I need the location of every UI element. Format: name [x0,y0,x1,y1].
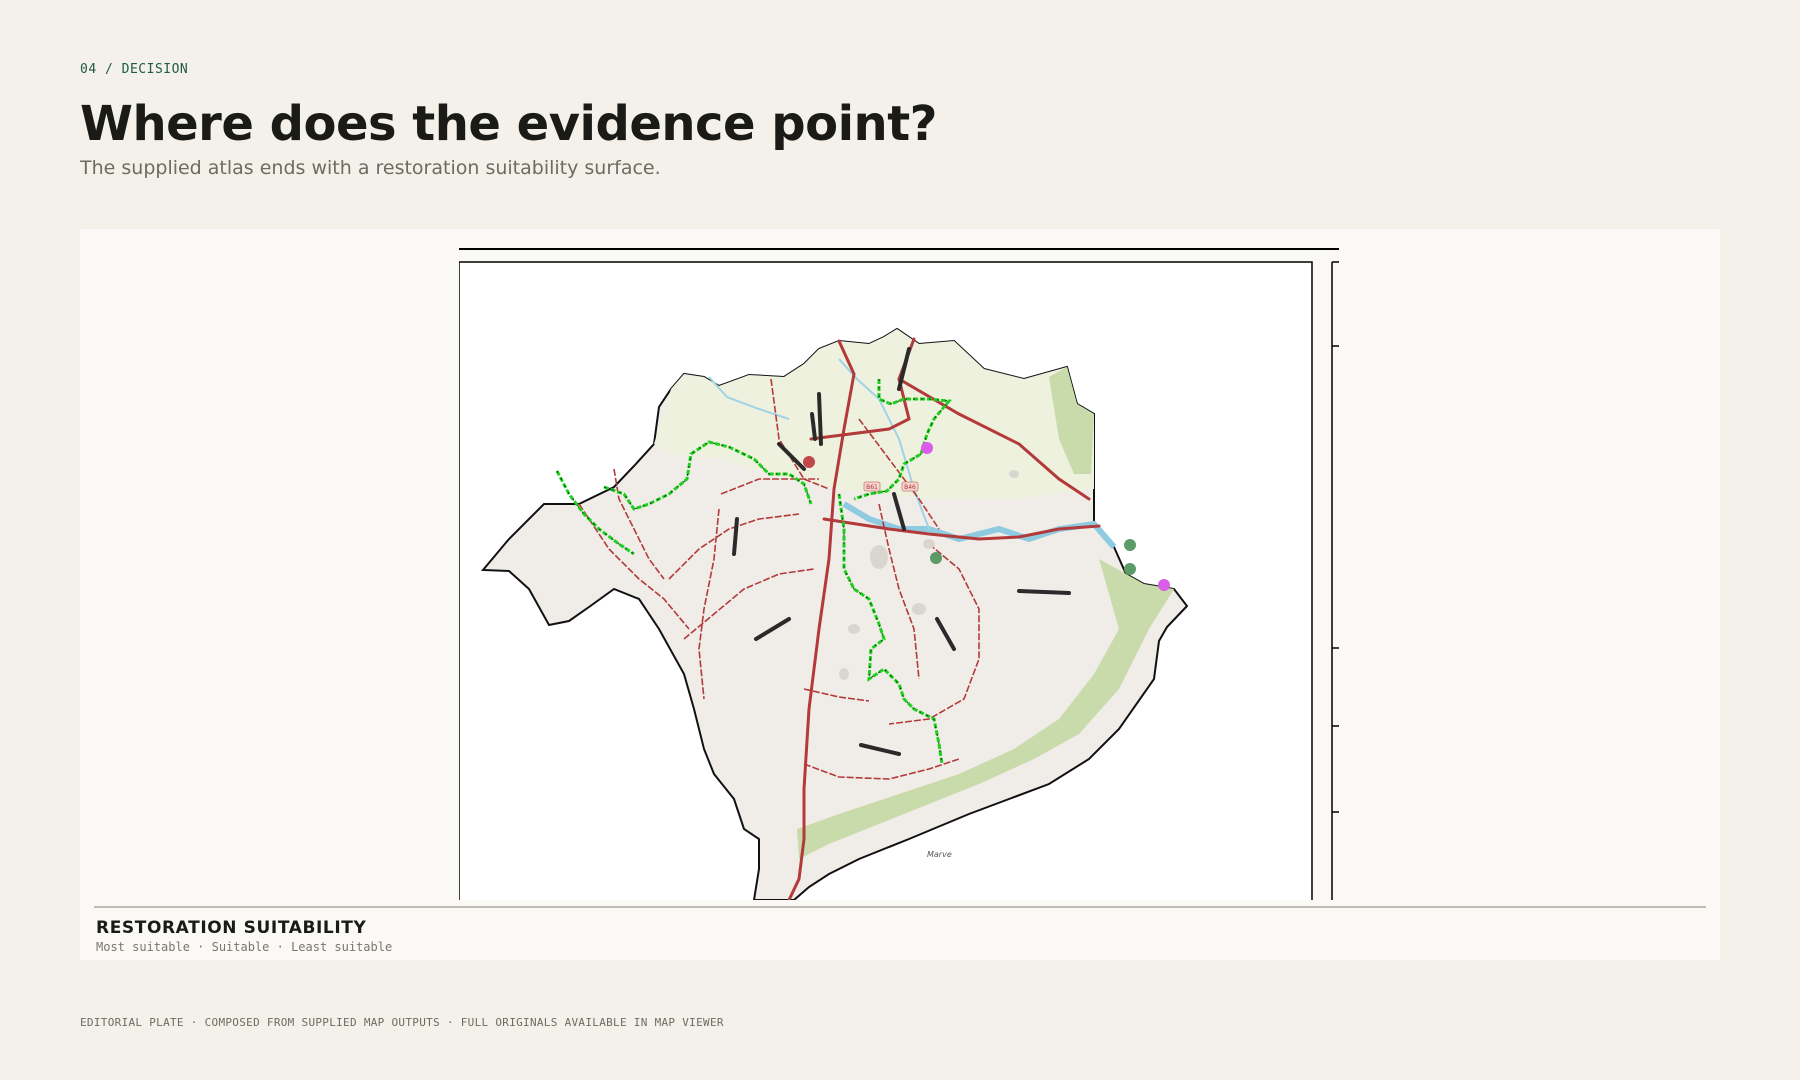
page-title: Where does the evidence point? [80,96,938,152]
marker-most-suitable[interactable] [930,552,942,564]
section-kicker: 04 / DECISION [80,62,189,77]
caption-title: RESTORATION SUITABILITY [96,918,367,938]
marker-least-suitable[interactable] [803,456,815,468]
marker-suitable[interactable] [1158,579,1170,591]
place-label: Marve [927,850,952,859]
map-plate: B61 B46 Marve RESTORATION SUITABILITY Mo… [80,229,1720,960]
page-subtitle: The supplied atlas ends with a restorati… [80,157,661,179]
road-badge: B46 [904,484,916,491]
footer-note: EDITORIAL PLATE · COMPOSED FROM SUPPLIED… [80,1016,724,1029]
suitability-map[interactable]: B61 B46 Marve [459,229,1341,900]
map-frame[interactable]: B61 B46 Marve [459,229,1341,900]
marker-most-suitable[interactable] [1124,539,1136,551]
marker-suitable[interactable] [921,442,933,454]
road-badge: B61 [866,484,878,491]
caption-divider [94,906,1706,908]
marker-most-suitable[interactable] [1124,563,1136,575]
caption-legend: Most suitable · Suitable · Least suitabl… [96,940,393,954]
